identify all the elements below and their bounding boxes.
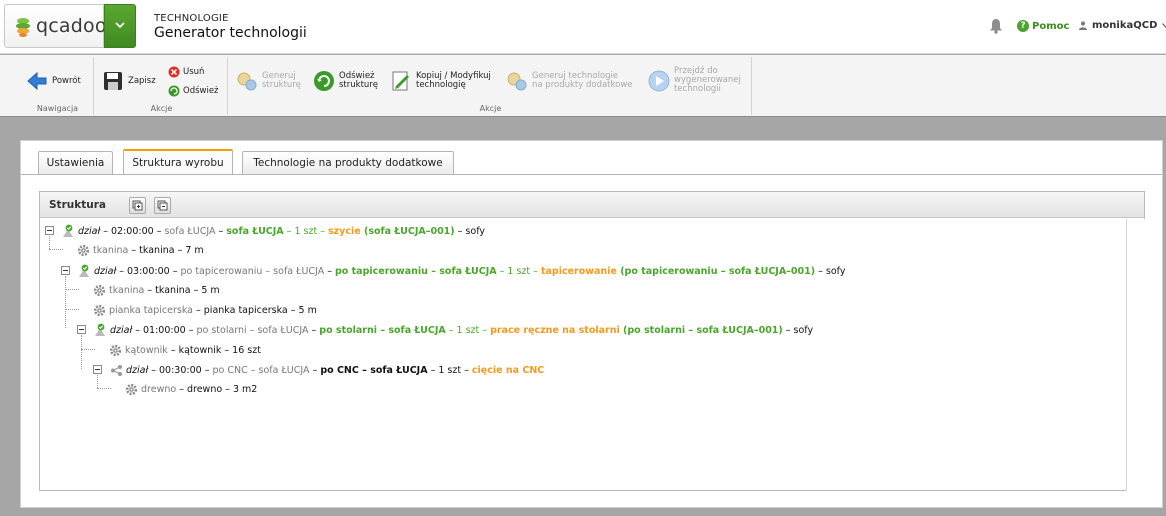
tree-node-component[interactable]: tkanina – tkanina – 7 m xyxy=(76,242,204,258)
tree-line xyxy=(65,276,66,328)
refresh-icon xyxy=(313,70,335,92)
generate-structure-button[interactable]: Generuj strukturę xyxy=(236,70,301,92)
gears-icon xyxy=(506,70,528,92)
tree-line xyxy=(65,289,79,290)
tree-line xyxy=(81,349,95,350)
tab-divider xyxy=(21,174,1162,175)
delete-button[interactable]: Usuń xyxy=(168,66,204,78)
logo[interactable]: qcadoo xyxy=(4,4,107,48)
go-to-technology-button[interactable]: Przejdź do wygenerowanej technologii xyxy=(648,67,741,94)
tab-additional-products[interactable]: Technologie na produkty dodatkowe xyxy=(242,151,454,174)
top-header: qcadoo TECHNOLOGIE Generator technologii… xyxy=(0,0,1166,54)
bell-icon[interactable] xyxy=(989,18,1003,34)
chevron-down-icon xyxy=(115,22,125,29)
tree-line xyxy=(97,388,111,389)
structure-tree-panel: Struktura dział – 02:00:00 – sofa ŁUCJA … xyxy=(39,191,1145,491)
main-panel: Ustawienia Struktura wyrobu Technologie … xyxy=(20,140,1163,508)
gear-icon xyxy=(92,283,106,297)
tree-collapse-toggle[interactable] xyxy=(45,226,54,235)
gear-icon xyxy=(92,303,106,317)
gear-icon xyxy=(108,343,122,357)
user-menu[interactable]: monikaQCD xyxy=(1079,20,1166,31)
help-label: Pomoc xyxy=(1032,20,1070,32)
ribbon-group-actions: Zapisz Usuń Odśwież Akcje xyxy=(96,57,228,115)
generate-technologies-button[interactable]: Generuj technologie na produkty dodatkowe xyxy=(506,70,633,92)
edit-document-icon xyxy=(390,70,412,92)
gears-icon xyxy=(236,70,258,92)
help-icon: ? xyxy=(1017,20,1029,32)
tab-settings[interactable]: Ustawienia xyxy=(38,151,113,174)
tree-collapse-toggle[interactable] xyxy=(61,266,70,275)
structure-title: Struktura xyxy=(49,199,106,211)
user-icon xyxy=(1079,21,1087,30)
refresh-icon xyxy=(168,85,180,97)
tree-line xyxy=(65,309,79,310)
tree-line xyxy=(81,335,82,369)
structure-header: Struktura xyxy=(40,192,1144,218)
operation-icon xyxy=(93,323,107,337)
tree-collapse-toggle[interactable] xyxy=(77,325,86,334)
tree-line xyxy=(49,249,63,250)
tree-node-operation[interactable]: dział – 03:00:00 – po tapicerowaniu – so… xyxy=(77,263,845,279)
tab-product-structure[interactable]: Struktura wyrobu xyxy=(123,149,233,174)
breadcrumb-section: TECHNOLOGIE xyxy=(154,13,229,24)
ribbon-group-label: Akcje xyxy=(150,104,173,113)
tree-scrollbar[interactable] xyxy=(1126,219,1145,491)
floppy-icon xyxy=(102,70,124,92)
save-button[interactable]: Zapisz xyxy=(102,70,156,92)
refresh-structure-button[interactable]: Odśwież strukturę xyxy=(313,70,378,92)
ribbon: Powrót Nawigacja Zapisz Usuń Odśwież Akc… xyxy=(0,55,1166,117)
ribbon-group-label: Akcje xyxy=(479,104,502,113)
tree-node-operation[interactable]: dział – 00:30:00 – po CNC – sofa ŁUCJA –… xyxy=(109,362,544,378)
ribbon-group-label: Nawigacja xyxy=(36,104,79,113)
collapse-icon xyxy=(157,200,168,211)
back-button[interactable]: Powrót xyxy=(26,70,81,92)
share-icon xyxy=(109,363,123,377)
ribbon-group-actions-2: Generuj strukturę Odśwież strukturę Kopiuj… xyxy=(230,57,752,115)
ribbon-group-navigation: Powrót Nawigacja xyxy=(22,57,94,115)
gear-icon xyxy=(124,382,138,396)
tree-node-operation[interactable]: dział – 02:00:00 – sofa ŁUCJA – sofa ŁUC… xyxy=(61,223,485,239)
logo-icon xyxy=(16,18,30,37)
tree-node-component[interactable]: pianka tapicerska – pianka tapicerska – … xyxy=(92,302,317,318)
arrow-left-icon xyxy=(26,70,48,92)
operation-icon xyxy=(77,264,91,278)
refresh-button[interactable]: Odśwież xyxy=(168,85,219,97)
main-menu-toggle[interactable] xyxy=(104,4,136,48)
tree-node-component[interactable]: kątownik – kątownik – 16 szt xyxy=(108,342,261,358)
tree-node-component[interactable]: tkanina – tkanina – 5 m xyxy=(92,282,220,298)
tree-node-component[interactable]: drewno – drewno – 3 m2 xyxy=(124,381,257,397)
tree-node-operation[interactable]: dział – 01:00:00 – po stolarni – sofa ŁU… xyxy=(93,322,813,338)
copy-modify-button[interactable]: Kopiuj / Modyfikuj technologię xyxy=(390,70,491,92)
user-name: monikaQCD xyxy=(1092,20,1158,31)
gear-icon xyxy=(76,243,90,257)
collapse-all-button[interactable] xyxy=(154,197,171,214)
tree-collapse-toggle[interactable] xyxy=(93,365,102,374)
tree-line xyxy=(49,236,50,249)
logo-text: qcadoo xyxy=(36,15,107,37)
help-link[interactable]: ? Pomoc xyxy=(1017,20,1069,32)
expand-icon xyxy=(132,200,143,211)
operation-icon xyxy=(61,224,75,238)
delete-icon xyxy=(168,66,180,78)
tree-line xyxy=(97,375,98,388)
page-title: Generator technologii xyxy=(154,25,307,41)
chevron-down-icon xyxy=(1162,23,1166,28)
expand-all-button[interactable] xyxy=(129,197,146,214)
play-icon xyxy=(648,70,670,92)
